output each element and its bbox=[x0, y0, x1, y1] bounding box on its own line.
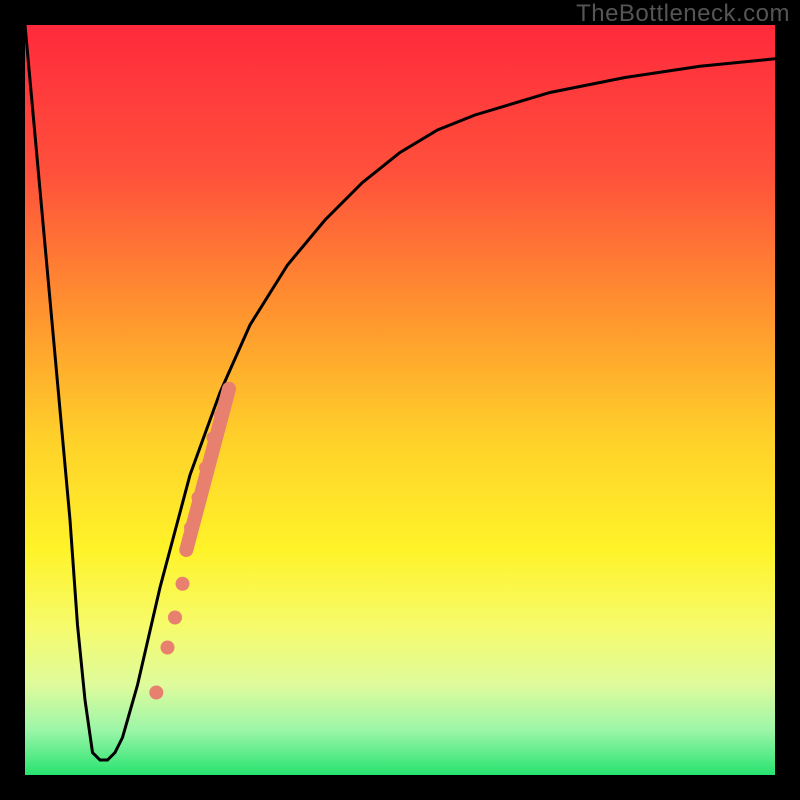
chart-frame: TheBottleneck.com bbox=[0, 0, 800, 800]
highlight-dot bbox=[168, 611, 182, 625]
highlight-dot bbox=[214, 409, 226, 421]
gradient-background bbox=[25, 25, 775, 775]
highlight-dot bbox=[149, 686, 163, 700]
plot-area bbox=[25, 25, 775, 775]
highlight-dot bbox=[199, 462, 211, 474]
highlight-dot bbox=[222, 387, 234, 399]
highlight-dot bbox=[161, 641, 175, 655]
highlight-dot bbox=[192, 492, 204, 504]
bottleneck-chart bbox=[25, 25, 775, 775]
highlight-dot bbox=[207, 432, 219, 444]
watermark-text: TheBottleneck.com bbox=[576, 0, 790, 28]
highlight-dot bbox=[184, 522, 196, 534]
highlight-dot bbox=[176, 577, 190, 591]
